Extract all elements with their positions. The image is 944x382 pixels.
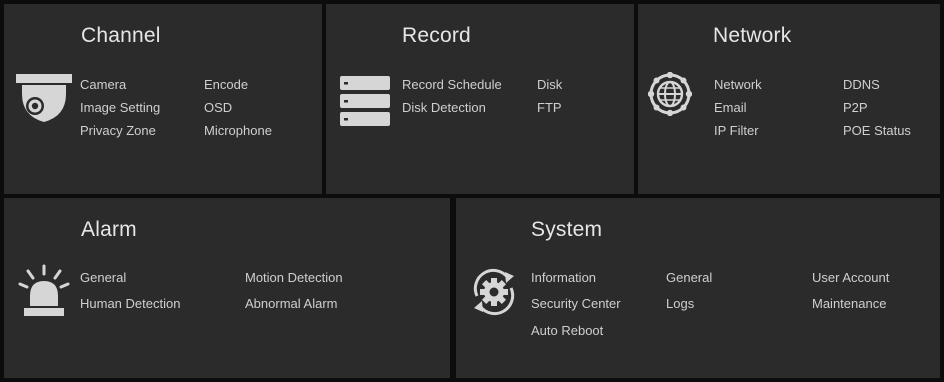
network-panel: Network Network DDNS Email P2P IP Filter… bbox=[638, 4, 940, 194]
channel-privacy-zone-link[interactable]: Privacy Zone bbox=[80, 123, 156, 138]
globe-network-icon bbox=[648, 72, 692, 116]
system-title: System bbox=[531, 218, 603, 241]
system-security-center-link[interactable]: Security Center bbox=[531, 296, 621, 311]
channel-title: Channel bbox=[81, 24, 161, 47]
system-maintenance-link[interactable]: Maintenance bbox=[812, 296, 886, 311]
gear-refresh-icon bbox=[468, 266, 520, 318]
alarm-title: Alarm bbox=[81, 218, 137, 241]
system-general-link[interactable]: General bbox=[666, 270, 712, 285]
alarm-motion-detection-link[interactable]: Motion Detection bbox=[245, 270, 343, 285]
channel-osd-link[interactable]: OSD bbox=[204, 100, 232, 115]
channel-image-setting-link[interactable]: Image Setting bbox=[80, 100, 160, 115]
system-panel: System Information General User Account … bbox=[456, 198, 940, 378]
record-disk-detection-link[interactable]: Disk Detection bbox=[402, 100, 486, 115]
network-title: Network bbox=[713, 24, 792, 47]
channel-microphone-link[interactable]: Microphone bbox=[204, 123, 272, 138]
siren-icon bbox=[18, 264, 70, 322]
system-logs-link[interactable]: Logs bbox=[666, 296, 694, 311]
network-ip-filter-link[interactable]: IP Filter bbox=[714, 123, 759, 138]
network-email-link[interactable]: Email bbox=[714, 100, 747, 115]
channel-panel: Channel Camera Encode Image Setting OSD … bbox=[4, 4, 322, 194]
alarm-general-link[interactable]: General bbox=[80, 270, 126, 285]
system-information-link[interactable]: Information bbox=[531, 270, 596, 285]
dome-camera-icon bbox=[14, 72, 74, 132]
system-auto-reboot-link[interactable]: Auto Reboot bbox=[531, 323, 603, 338]
record-disk-link[interactable]: Disk bbox=[537, 77, 562, 92]
record-title: Record bbox=[402, 24, 471, 47]
alarm-panel: Alarm General Motion Detection Human Det… bbox=[4, 198, 450, 378]
hard-drive-stack-icon bbox=[338, 74, 392, 130]
record-schedule-link[interactable]: Record Schedule bbox=[402, 77, 502, 92]
system-user-account-link[interactable]: User Account bbox=[812, 270, 889, 285]
record-panel: Record Record Schedule Disk Disk Detecti… bbox=[326, 4, 634, 194]
channel-camera-link[interactable]: Camera bbox=[80, 77, 126, 92]
record-ftp-link[interactable]: FTP bbox=[537, 100, 562, 115]
alarm-abnormal-alarm-link[interactable]: Abnormal Alarm bbox=[245, 296, 337, 311]
network-p2p-link[interactable]: P2P bbox=[843, 100, 868, 115]
channel-encode-link[interactable]: Encode bbox=[204, 77, 248, 92]
network-network-link[interactable]: Network bbox=[714, 77, 762, 92]
network-poe-status-link[interactable]: POE Status bbox=[843, 123, 911, 138]
network-ddns-link[interactable]: DDNS bbox=[843, 77, 880, 92]
alarm-human-detection-link[interactable]: Human Detection bbox=[80, 296, 180, 311]
